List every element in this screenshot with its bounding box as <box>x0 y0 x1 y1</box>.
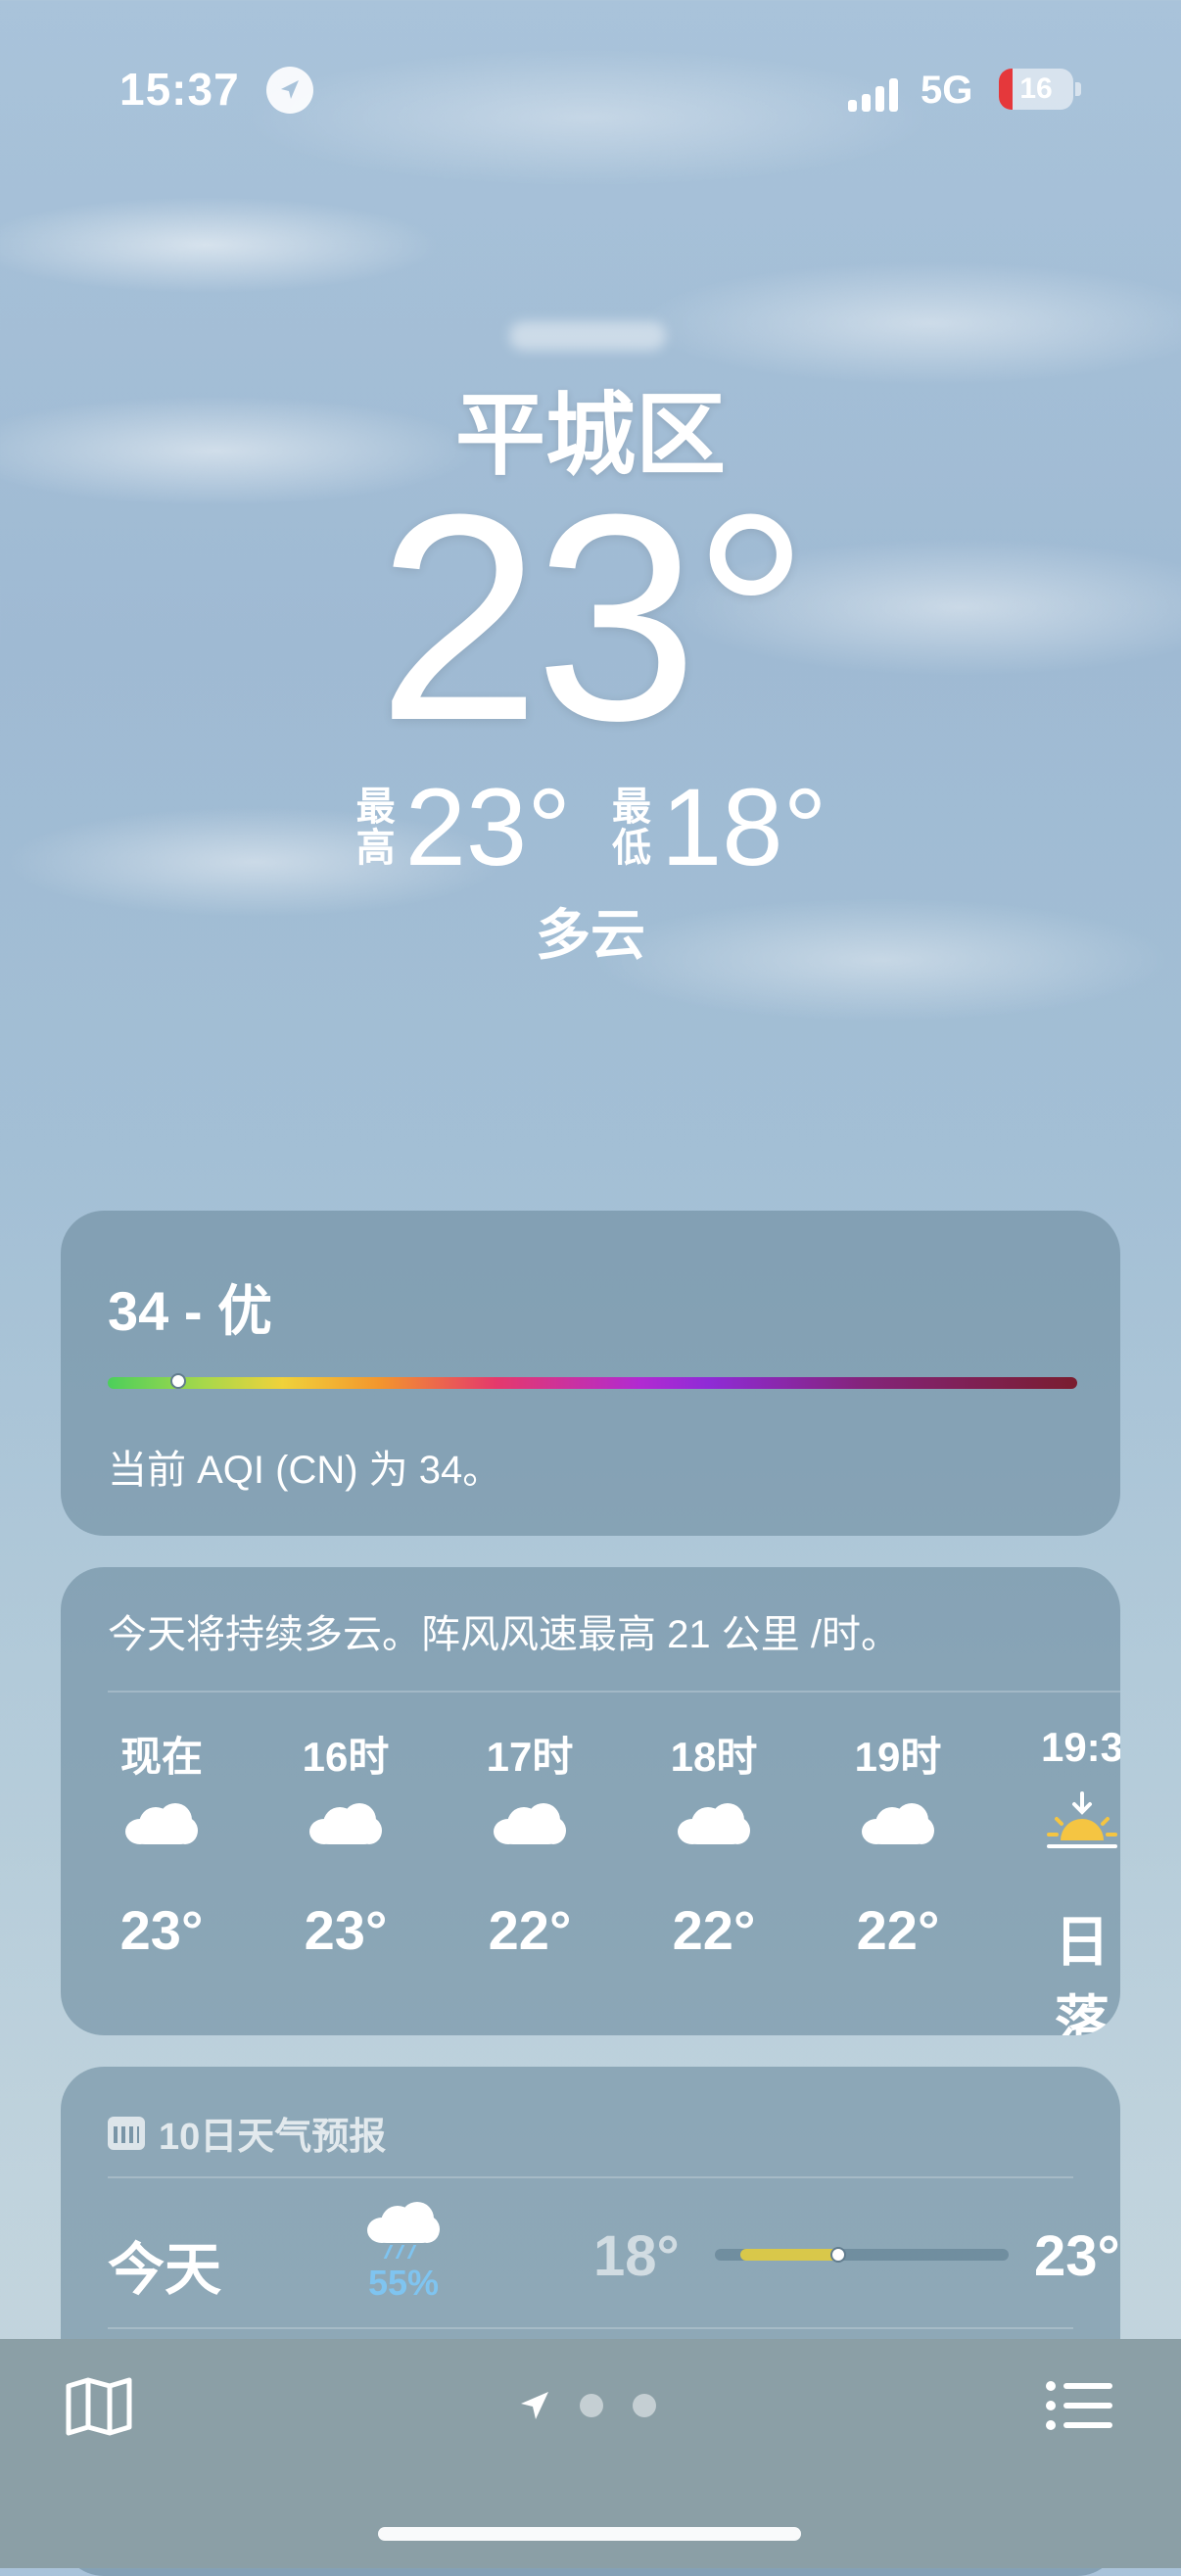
temp-range-bar <box>715 2247 1009 2263</box>
location-subtitle-blurred <box>509 321 666 351</box>
hourly-summary: 今天将持续多云。阵风风速最高 21 公里 /时。 <box>108 1613 900 1656</box>
divider <box>108 1691 1120 1693</box>
day-high: 23° <box>1034 2224 1120 2288</box>
divider <box>108 2327 1073 2329</box>
high-temp-group: 最高 23° <box>354 764 571 890</box>
hour-time: 16时 <box>302 1734 390 1780</box>
location-services-icon <box>266 67 313 114</box>
low-temp: 18° <box>661 766 827 888</box>
current-temp-dot <box>830 2247 846 2263</box>
hour-item: 19时 22° <box>844 1724 1028 2035</box>
hour-time: 18时 <box>670 1734 758 1780</box>
low-label: 最低 <box>612 785 651 870</box>
cloud-icon <box>494 1803 566 1844</box>
network-type: 5G <box>921 69 973 112</box>
high-temp: 23° <box>404 766 571 888</box>
hour-item: 17时 22° <box>476 1724 660 2035</box>
home-indicator[interactable] <box>378 2527 801 2541</box>
battery-level: 16 <box>1019 72 1053 105</box>
hour-item: 19:3 日落 <box>1028 1724 1120 2035</box>
hour-time: 19时 <box>854 1734 942 1780</box>
hour-temp: 22° <box>672 1899 756 1961</box>
page-dot[interactable] <box>633 2394 656 2417</box>
ten-day-title: 10日天气预报 <box>159 2117 387 2158</box>
hour-item: 16时 23° <box>292 1724 476 2035</box>
weather-condition: 多云 <box>536 904 645 966</box>
cloud-icon <box>125 1803 198 1844</box>
hour-item: 18时 22° <box>660 1724 844 2035</box>
battery-tip <box>1075 82 1081 96</box>
hour-time: 17时 <box>486 1734 574 1780</box>
sunset-icon <box>1047 1791 1117 1848</box>
cloud-icon <box>678 1803 750 1844</box>
hourly-list[interactable]: 现在 23° 16时 23° 17时 22° 18时 22° 19时 22° 1… <box>108 1724 1120 2035</box>
hour-temp: 23° <box>119 1899 204 1961</box>
cloud-icon <box>309 1803 382 1844</box>
high-label: 最高 <box>355 785 396 870</box>
map-icon[interactable] <box>65 2376 133 2437</box>
status-time: 15:37 <box>119 64 240 115</box>
current-temperature: 23° <box>377 453 810 782</box>
aqi-indicator-dot <box>170 1373 186 1389</box>
list-icon[interactable] <box>1046 2380 1114 2431</box>
battery-icon: 16 <box>999 69 1073 110</box>
divider <box>108 2176 1073 2178</box>
high-low-temps: 最高 23° 最低 18° <box>0 764 1181 890</box>
page-control[interactable] <box>519 2390 656 2421</box>
hour-temp: 日落 <box>1055 1911 1110 2035</box>
calendar-icon <box>108 2116 145 2150</box>
cloud-icon <box>862 1803 934 1844</box>
hour-temp: 22° <box>856 1899 940 1961</box>
hourly-forecast-card[interactable]: 今天将持续多云。阵风风速最高 21 公里 /时。 现在 23° 16时 23° … <box>61 1567 1120 2035</box>
day-weather: 55% <box>335 2202 472 2304</box>
rain-cloud-icon <box>367 2202 440 2245</box>
cellular-signal-icon <box>848 76 903 112</box>
hour-time: 现在 <box>119 1734 203 1780</box>
day-low: 18° <box>593 2224 680 2288</box>
page-dot[interactable] <box>580 2394 603 2417</box>
aqi-description: 当前 AQI (CN) 为 34。 <box>108 1449 502 1492</box>
low-temp-group: 最低 18° <box>610 764 827 890</box>
aqi-scale-bar <box>108 1377 1077 1389</box>
hour-item: 现在 23° <box>108 1724 292 2035</box>
ten-day-header: 10日天气预报 <box>108 2106 386 2160</box>
precip-chance: 55% <box>367 2263 440 2303</box>
air-quality-card[interactable]: 34 - 优 当前 AQI (CN) 为 34。 <box>61 1211 1120 1536</box>
temp-range-fill <box>740 2249 838 2261</box>
hour-temp: 23° <box>304 1899 388 1961</box>
day-label: 今天 <box>108 2238 222 2302</box>
aqi-title: 34 - 优 <box>108 1280 273 1342</box>
hour-time: 19:3 <box>1040 1724 1120 1770</box>
current-location-icon[interactable] <box>519 2390 550 2421</box>
hour-temp: 22° <box>488 1899 572 1961</box>
